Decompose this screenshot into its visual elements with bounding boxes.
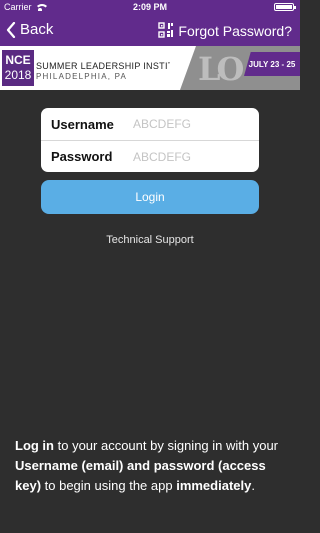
username-label: Username [51, 116, 114, 132]
instructions-bold-3: immediately [176, 478, 252, 493]
navigation-bar: Back Forgot Password? [0, 14, 300, 46]
password-input[interactable] [133, 149, 253, 164]
forgot-password-button[interactable]: Forgot Password? [178, 23, 292, 39]
password-row: Password [41, 140, 259, 172]
instructions-text-1: to your account by signing in with your [54, 438, 279, 453]
qr-code-icon[interactable] [158, 22, 174, 38]
instructions-text-3: . [251, 478, 255, 493]
banner-location: PHILADELPHIA, PA [36, 72, 128, 81]
username-input[interactable] [133, 117, 253, 131]
technical-support-link[interactable]: Technical Support [0, 234, 300, 246]
chevron-left-icon [6, 21, 16, 38]
nce-logo: NCE 2018 [2, 50, 34, 86]
login-button[interactable]: Login [41, 180, 259, 214]
battery-icon [274, 3, 296, 11]
back-button[interactable]: Back [6, 21, 53, 38]
password-label: Password [51, 149, 113, 164]
sculpture-lettering: LO [198, 50, 244, 88]
status-bar: Carrier 2:09 PM [0, 0, 300, 14]
logo-year-text: 2018 [4, 68, 32, 82]
instructions-bold-1: Log in [15, 438, 54, 453]
back-label: Back [20, 21, 54, 38]
username-row: Username [41, 108, 259, 140]
instructions-text-2: to begin using the app [41, 478, 177, 493]
logo-top-text: NCE [5, 53, 31, 67]
event-banner: NCE 2018 SUMMER LEADERSHIP INSTITUTE PHI… [0, 46, 300, 90]
top-bar: Carrier 2:09 PM Back Forgot Password? [0, 0, 300, 46]
status-time: 2:09 PM [132, 2, 167, 12]
event-dates: JULY 23 - 25 [244, 52, 300, 76]
login-form: Username Password [41, 108, 259, 172]
login-instructions: Log in to your account by signing in wit… [15, 436, 290, 496]
